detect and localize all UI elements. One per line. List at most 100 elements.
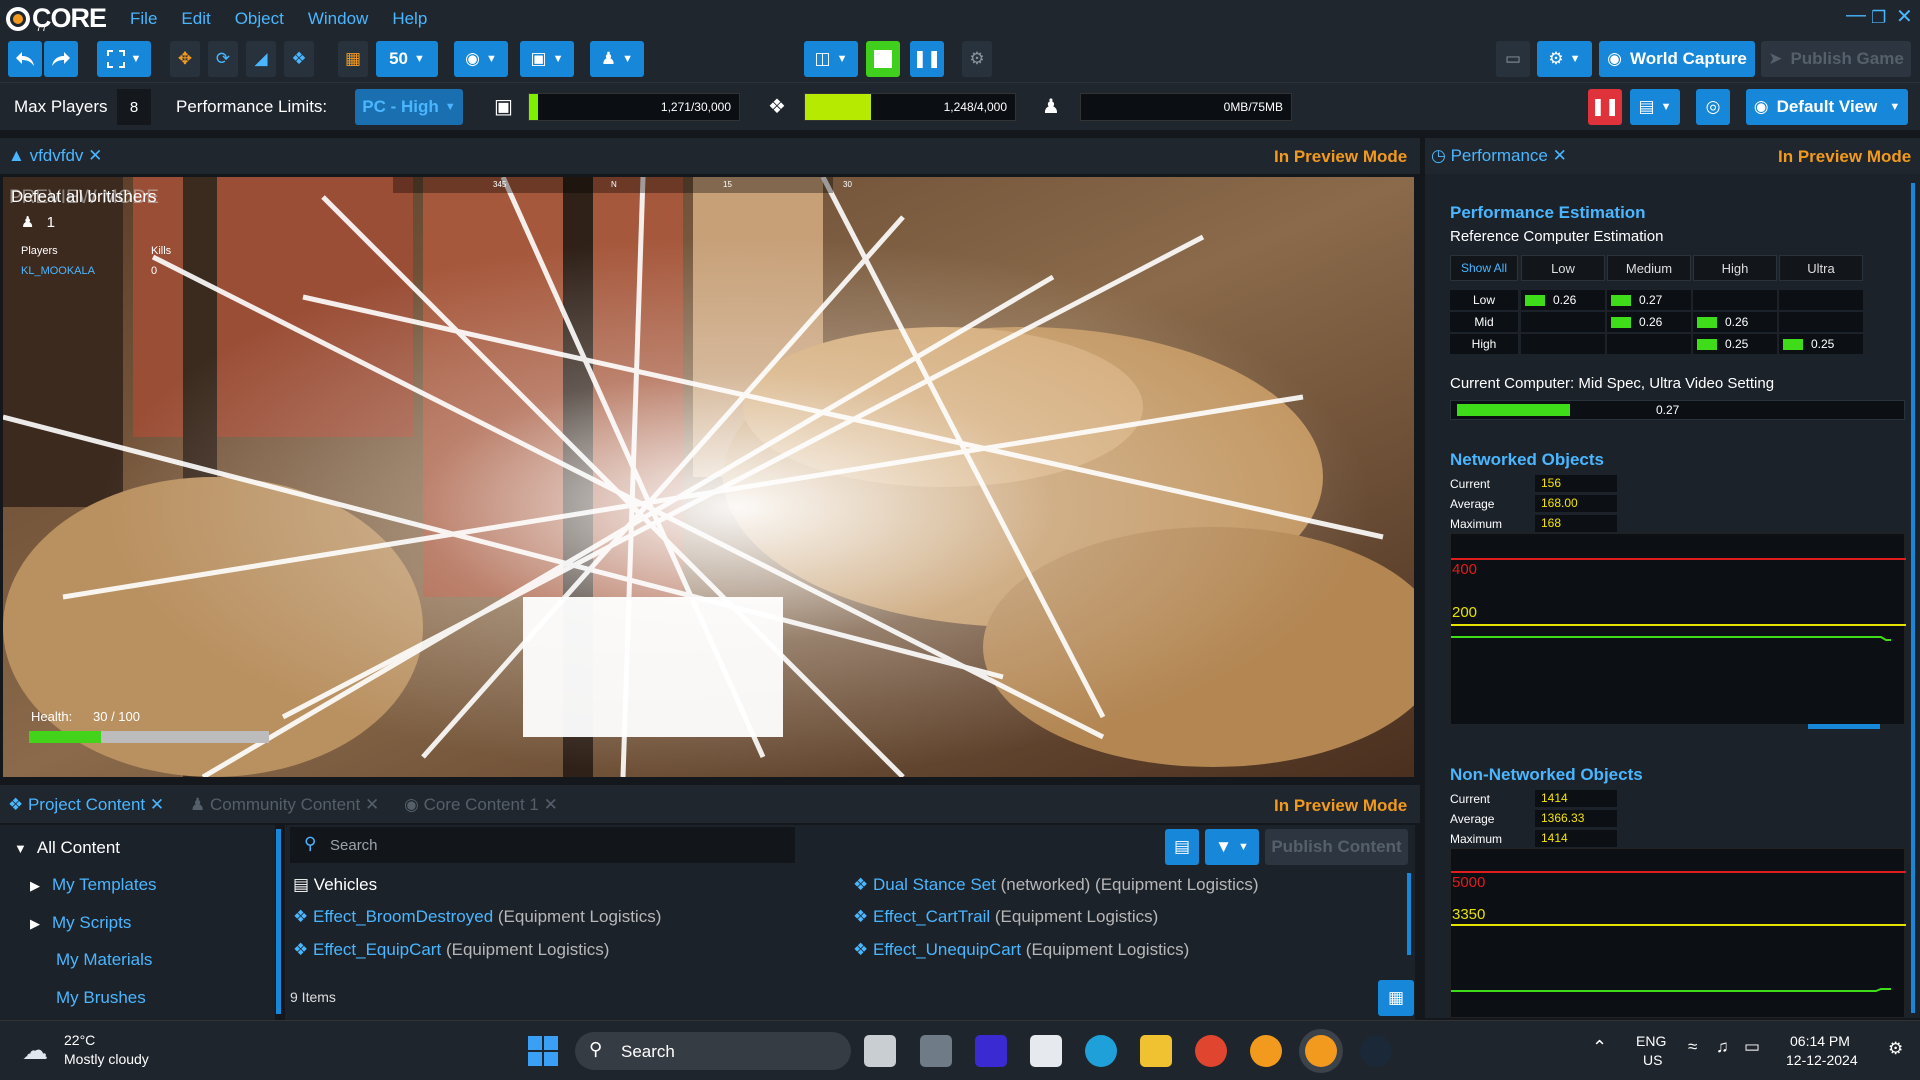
core-editor-icon[interactable] bbox=[1305, 1035, 1337, 1067]
close-tab-icon[interactable]: ✕ bbox=[544, 795, 558, 814]
task-view-icon[interactable] bbox=[864, 1035, 896, 1067]
steam-icon[interactable] bbox=[1360, 1035, 1392, 1067]
tree-root[interactable]: ▼ All Content bbox=[14, 838, 120, 858]
show-all-button[interactable]: Show All bbox=[1450, 255, 1518, 281]
save-dropdown[interactable]: ▤ ▼ bbox=[1630, 89, 1680, 125]
multiplayer-preview-dropdown[interactable]: ◫ ▼ bbox=[804, 41, 858, 77]
stop-button[interactable] bbox=[866, 41, 900, 77]
menu-window[interactable]: Window bbox=[308, 9, 368, 29]
column-ultra: Ultra bbox=[1779, 255, 1863, 281]
project-content-tab[interactable]: ❖ Project Content ✕ bbox=[8, 795, 164, 815]
file-broom-destroyed[interactable]: ❖ Effect_BroomDestroyed (Equipment Logis… bbox=[293, 907, 661, 927]
file-equip-cart[interactable]: ❖ Effect_EquipCart (Equipment Logistics) bbox=[293, 940, 609, 960]
community-content-tab[interactable]: ♟ Community Content ✕ bbox=[190, 795, 379, 815]
weather-condition[interactable]: Mostly cloudy bbox=[64, 1051, 149, 1067]
close-tab-icon[interactable]: ✕ bbox=[150, 795, 164, 814]
chrome-icon[interactable] bbox=[1195, 1035, 1227, 1067]
view-mode-button[interactable]: ▦ bbox=[1378, 980, 1414, 1016]
close-tab-icon[interactable]: ✕ bbox=[365, 795, 379, 814]
open-folder-button[interactable]: ▤ bbox=[1165, 829, 1199, 865]
minimize-icon[interactable]: — bbox=[1846, 4, 1866, 27]
publish-content-button[interactable]: Publish Content bbox=[1265, 829, 1408, 865]
clock-time[interactable]: 06:14 PM bbox=[1790, 1033, 1850, 1049]
game-viewport[interactable]: 345 N 15 30 PREVIEW MODE Defeat all brit… bbox=[3, 177, 1414, 777]
cell-mid-high-value: 0.26 bbox=[1725, 315, 1749, 329]
world-local-button[interactable]: ❖ bbox=[284, 41, 314, 77]
files-scrollbar[interactable] bbox=[1407, 873, 1411, 955]
close-icon[interactable]: ✕ bbox=[1896, 4, 1913, 29]
rotate-tool-button[interactable]: ⟳ bbox=[208, 41, 238, 77]
edge-icon[interactable] bbox=[1085, 1035, 1117, 1067]
tree-item-scripts[interactable]: ▶ My Scripts bbox=[30, 913, 131, 933]
undo-button[interactable] bbox=[8, 41, 42, 77]
file-name: Effect_UnequipCart bbox=[872, 940, 1022, 959]
tree-item-brushes[interactable]: My Brushes bbox=[56, 988, 146, 1008]
weather-temperature[interactable]: 22°C bbox=[64, 1032, 95, 1048]
core-launcher-icon[interactable] bbox=[1250, 1035, 1282, 1067]
start-tile bbox=[528, 1052, 542, 1066]
battery-icon[interactable]: ▭ bbox=[1744, 1037, 1760, 1057]
pause-limits-button[interactable]: ❚❚ bbox=[1588, 89, 1622, 125]
default-view-label: Default View bbox=[1776, 97, 1878, 116]
content-search[interactable]: ⚲ Search bbox=[290, 827, 795, 863]
screen-button[interactable]: ▭ bbox=[1496, 41, 1530, 77]
publish-game-button[interactable]: ➤ Publish Game bbox=[1761, 41, 1911, 77]
camera-dropdown[interactable]: ▣ ▼ bbox=[520, 41, 574, 77]
grid-snap-button[interactable]: ▦ bbox=[338, 41, 368, 77]
performance-limits-dropdown[interactable]: PC - High ▼ bbox=[355, 89, 463, 125]
non-networked-maximum-label: Maximum bbox=[1450, 832, 1503, 846]
file-cart-trail[interactable]: ❖ Effect_CartTrail (Equipment Logistics) bbox=[853, 907, 1158, 927]
notification-icon[interactable]: ⚙ bbox=[1888, 1039, 1903, 1059]
move-tool-button[interactable]: ✥ bbox=[170, 41, 200, 77]
close-tab-icon[interactable]: ✕ bbox=[88, 146, 102, 165]
scale-tool-button[interactable]: ◢ bbox=[246, 41, 276, 77]
close-tab-icon[interactable]: ✕ bbox=[1553, 146, 1567, 165]
language-code[interactable]: ENG bbox=[1636, 1033, 1666, 1049]
wifi-icon[interactable]: ≈ bbox=[1688, 1037, 1697, 1057]
core-tab-icon: ▲ bbox=[8, 146, 30, 165]
file-explorer-icon[interactable] bbox=[1140, 1035, 1172, 1067]
restore-icon[interactable]: ❐ bbox=[1871, 8, 1886, 28]
file-desc: (Equipment Logistics) bbox=[497, 907, 662, 926]
grid-size-dropdown[interactable]: 50 ▼ bbox=[376, 41, 438, 77]
folder-vehicles[interactable]: ▤ Vehicles bbox=[293, 875, 377, 895]
community-content-title: Community Content bbox=[209, 795, 361, 814]
menu-edit[interactable]: Edit bbox=[181, 9, 210, 29]
viewport-tab[interactable]: ▲ vfdvfdv ✕ bbox=[8, 146, 102, 166]
region-code[interactable]: US bbox=[1643, 1052, 1662, 1068]
menu-help[interactable]: Help bbox=[392, 9, 427, 29]
pause-button[interactable]: ❚❚ bbox=[910, 41, 944, 77]
performance-scrollbar[interactable] bbox=[1911, 183, 1915, 1013]
networked-objects-title: Networked Objects bbox=[1450, 450, 1604, 469]
taskbar-search[interactable]: ⚲ Search bbox=[575, 1032, 851, 1070]
snipping-icon[interactable] bbox=[1030, 1035, 1062, 1067]
windows-start-icon[interactable] bbox=[528, 1036, 558, 1066]
menu-object[interactable]: Object bbox=[235, 9, 284, 29]
settings-button[interactable]: ◎ bbox=[1696, 89, 1730, 125]
debug-button[interactable]: ⚙ bbox=[962, 41, 992, 77]
volume-icon[interactable]: ♫ bbox=[1716, 1037, 1729, 1057]
file-unequip-cart[interactable]: ❖ Effect_UnequipCart (Equipment Logistic… bbox=[853, 940, 1189, 960]
networked-graph-scroll-thumb[interactable] bbox=[1808, 724, 1880, 729]
clock-date[interactable]: 12-12-2024 bbox=[1786, 1052, 1858, 1068]
stop-icon bbox=[874, 50, 892, 68]
unity-icon[interactable] bbox=[920, 1035, 952, 1067]
performance-tab[interactable]: ◷ Performance ✕ bbox=[1431, 146, 1567, 166]
redo-button[interactable] bbox=[44, 41, 78, 77]
chevron-up-icon[interactable]: ⌃ bbox=[1592, 1037, 1607, 1058]
file-dual-stance-set[interactable]: ❖ Dual Stance Set (networked) (Equipment… bbox=[853, 875, 1259, 895]
core-content-tab[interactable]: ◉ Core Content 1 ✕ bbox=[404, 795, 558, 815]
editor-icon[interactable] bbox=[975, 1035, 1007, 1067]
bot-dropdown[interactable]: ⚙ ▼ bbox=[1537, 41, 1592, 77]
max-players-input[interactable]: 8 bbox=[117, 89, 151, 125]
snap-dropdown[interactable]: ◉ ▼ bbox=[454, 41, 508, 77]
default-view-dropdown[interactable]: ◉ Default View ▼ bbox=[1746, 89, 1908, 125]
world-capture-button[interactable]: ◉ World Capture bbox=[1599, 41, 1755, 77]
tree-item-templates[interactable]: ▶ My Templates bbox=[30, 875, 157, 895]
menu-file[interactable]: File bbox=[130, 9, 157, 29]
filter-dropdown[interactable]: ▼ ▼ bbox=[1205, 829, 1259, 865]
selection-mode-button[interactable]: ▼ bbox=[97, 41, 151, 77]
tree-item-materials[interactable]: My Materials bbox=[56, 950, 152, 970]
player-dropdown[interactable]: ♟ ▼ bbox=[590, 41, 644, 77]
tree-splitter[interactable] bbox=[276, 829, 281, 1014]
